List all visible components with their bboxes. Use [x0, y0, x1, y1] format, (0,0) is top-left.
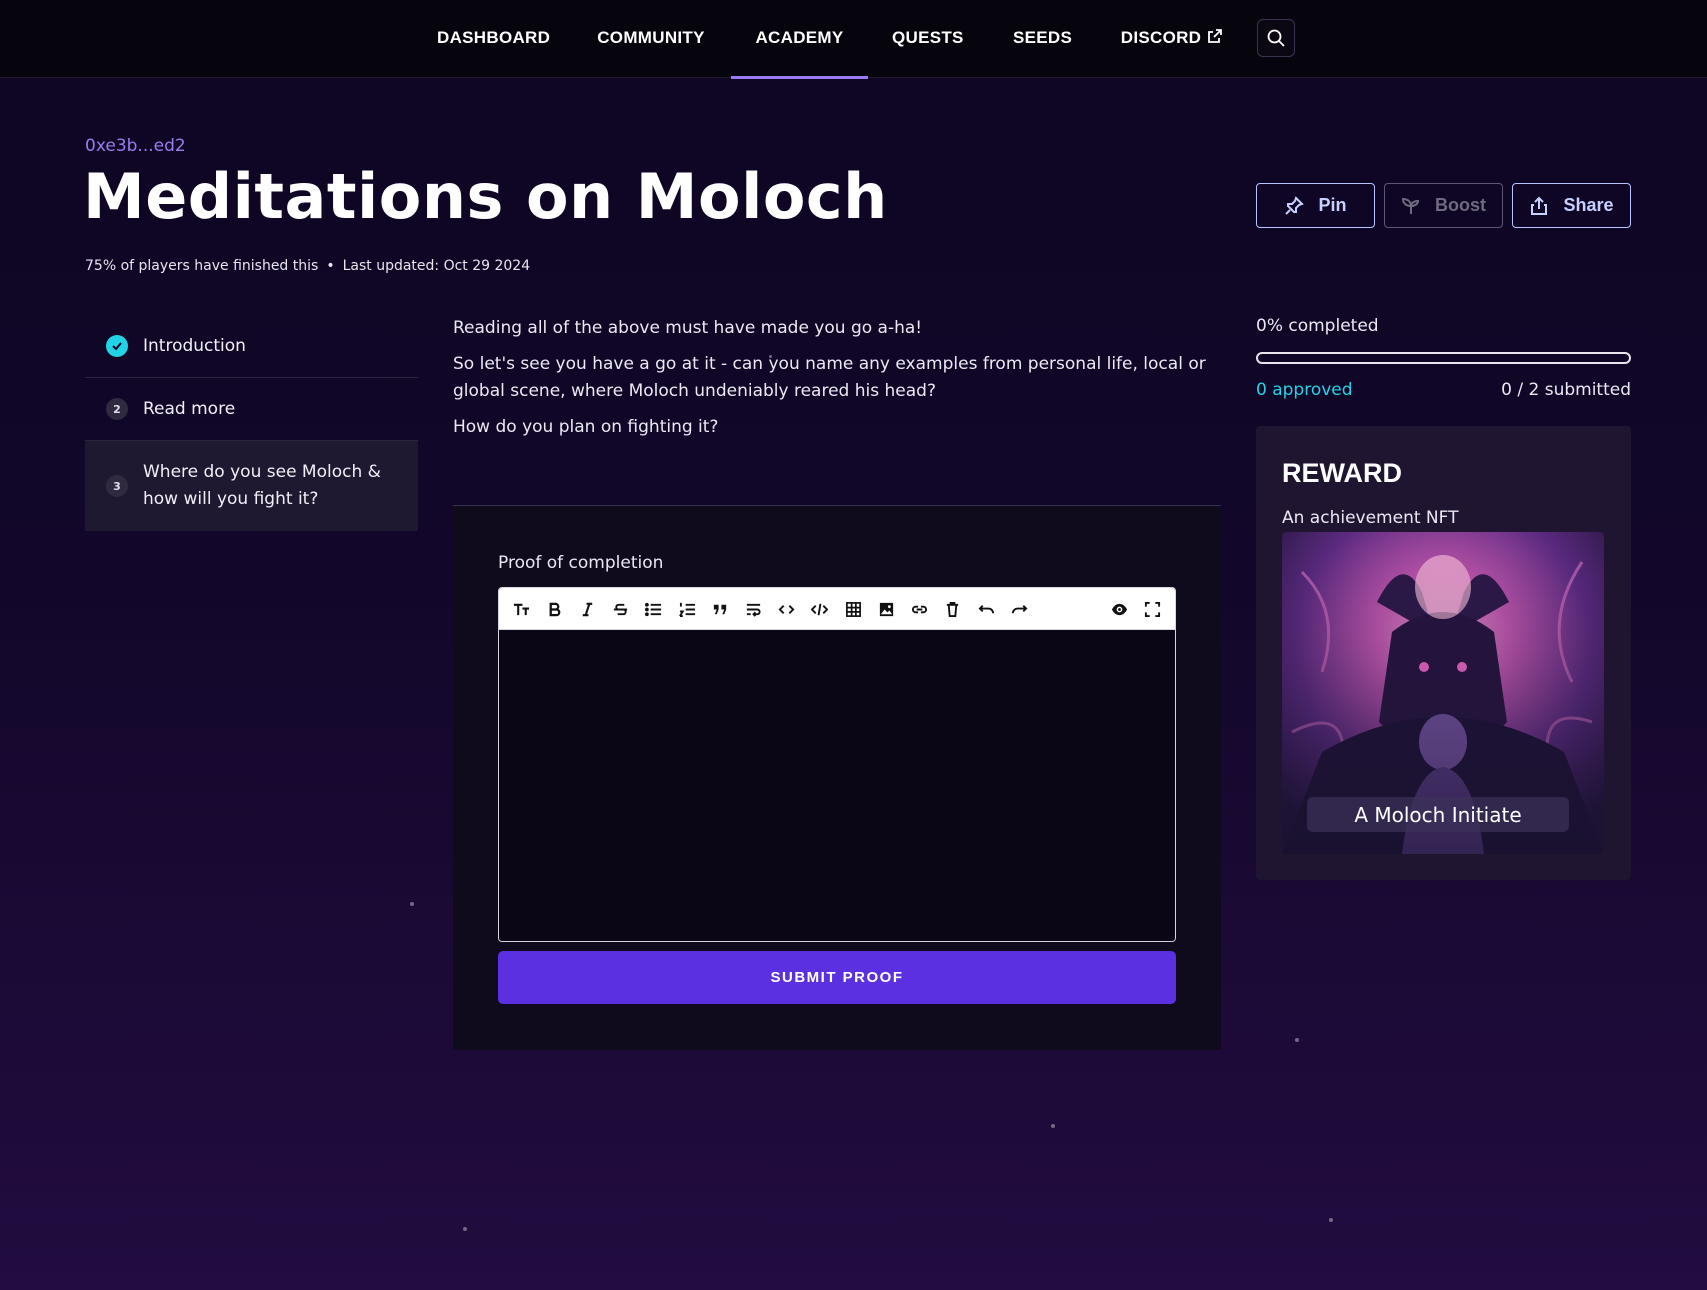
background-star [410, 902, 414, 906]
nav-community[interactable]: COMMUNITY [595, 0, 707, 78]
share-label: Share [1563, 195, 1614, 215]
preview-icon[interactable] [1109, 599, 1129, 619]
step-label: Where do you see Moloch & how will you f… [143, 462, 381, 509]
step-content: Reading all of the above must have made … [453, 315, 1221, 450]
step-number: 3 [106, 475, 128, 497]
delete-icon[interactable] [942, 599, 962, 619]
nav-discord-label: DISCORD [1120, 28, 1202, 47]
search-icon [1267, 29, 1285, 47]
code-block-icon[interactable] [809, 599, 829, 619]
step-introduction[interactable]: Introduction [85, 315, 418, 378]
submitted-count: 0 / 2 submitted [1501, 380, 1631, 400]
link-icon[interactable] [909, 599, 929, 619]
nav-dashboard[interactable]: DASHBOARD [437, 0, 550, 78]
reward-subtitle: An achievement NFT [1282, 508, 1459, 528]
redo-icon[interactable] [1009, 599, 1029, 619]
wrap-text-icon[interactable] [743, 599, 763, 619]
reward-title: REWARD [1282, 458, 1402, 488]
step-number: 2 [106, 398, 128, 420]
top-nav: DASHBOARD COMMUNITY ACADEMY QUESTS SEEDS… [0, 0, 1707, 79]
fullscreen-icon[interactable] [1142, 599, 1162, 619]
strikethrough-icon[interactable] [610, 599, 630, 619]
numbered-list-icon[interactable] [677, 599, 697, 619]
content-paragraph: So let's see you have a go at it - can y… [453, 354, 1206, 401]
quote-icon[interactable] [710, 599, 730, 619]
boost-label: Boost [1435, 195, 1486, 215]
submit-proof-button[interactable]: SUBMIT PROOF [498, 951, 1176, 1004]
background-star [463, 1227, 467, 1231]
proof-editor-textarea[interactable] [499, 630, 1175, 941]
proof-label: Proof of completion [498, 553, 664, 573]
share-icon [1531, 196, 1548, 215]
background-star [1295, 1038, 1299, 1042]
reward-card: REWARD An achievement NFT A Moloch Initi… [1256, 426, 1631, 880]
text-size-icon[interactable] [511, 599, 531, 619]
background-star [1051, 1124, 1055, 1128]
creator-address[interactable]: 0xe3b...ed2 [85, 136, 186, 156]
pin-icon [1285, 195, 1305, 215]
content-paragraph: Reading all of the above must have made … [453, 318, 923, 338]
external-link-icon [1208, 29, 1223, 43]
pin-label: Pin [1318, 195, 1347, 215]
bullet-list-icon[interactable] [643, 599, 663, 619]
step-read-more[interactable]: 2 Read more [85, 378, 418, 441]
nav-discord[interactable]: DISCORD [1120, 0, 1224, 78]
meta-separator: • [326, 258, 335, 274]
approved-count: 0 approved [1256, 380, 1353, 400]
nav-seeds[interactable]: SEEDS [1013, 0, 1072, 78]
code-inline-icon[interactable] [776, 599, 796, 619]
seed-icon [1401, 197, 1420, 214]
finished-text: 75% of players have finished this [85, 258, 319, 274]
quest-meta: 75% of players have finished this • Last u… [85, 258, 530, 274]
step-label: Introduction [143, 335, 246, 356]
share-button[interactable]: Share [1512, 183, 1631, 228]
progress-text: 0% completed [1256, 316, 1379, 336]
content-paragraph: How do you plan on fighting it? [453, 417, 719, 437]
search-button[interactable] [1257, 19, 1295, 57]
proof-editor [498, 587, 1176, 942]
nav-academy-label: ACADEMY [755, 28, 844, 47]
bold-icon[interactable] [544, 599, 564, 619]
italic-icon[interactable] [577, 599, 597, 619]
step-where-moloch[interactable]: 3 Where do you see Moloch & how will you… [85, 441, 418, 531]
nav-quests[interactable]: QUESTS [892, 0, 963, 78]
updated-text: Last updated: Oct 29 2024 [342, 258, 531, 274]
background-star [1329, 1218, 1333, 1222]
nft-caption: A Moloch Initiate [1307, 797, 1569, 832]
nft-image: A Moloch Initiate [1282, 532, 1604, 854]
page-title: Meditations on Moloch [83, 160, 888, 233]
step-label: Read more [143, 398, 236, 419]
step-completed-check-icon [106, 335, 128, 357]
quest-steps: Introduction 2 Read more 3 Where do you … [85, 315, 418, 531]
undo-icon[interactable] [976, 599, 996, 619]
image-icon[interactable] [876, 599, 896, 619]
pin-button[interactable]: Pin [1256, 183, 1375, 228]
progress-bar [1256, 352, 1631, 364]
editor-toolbar [499, 588, 1175, 630]
nav-academy[interactable]: ACADEMY [731, 0, 868, 79]
boost-button[interactable]: Boost [1384, 183, 1503, 228]
table-icon[interactable] [843, 599, 863, 619]
